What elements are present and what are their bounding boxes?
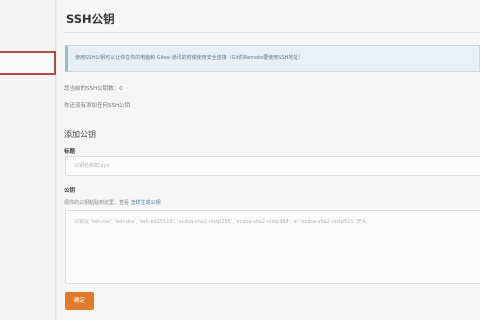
ssh-key-count: 您当前的SSH公钥数：0 [64, 86, 123, 92]
key-help-description: 把你的公钥粘贴到这里，查看 [64, 200, 130, 206]
key-title-input[interactable]: 公钥名称如:xyz [65, 156, 480, 176]
sidebar-item-ssh-keys[interactable] [0, 51, 56, 75]
info-notice: 使用SSH公钥可以让你在你的电脑和 Gitee 通讯的时候使用安全连接（Git的… [65, 45, 480, 72]
add-key-heading: 添加公钥 [64, 130, 96, 139]
submit-button[interactable]: 确定 [65, 292, 94, 310]
page-title: SSH公钥 [66, 12, 115, 26]
ssh-keys-page: SSH公钥 使用SSH公钥可以让你在你的电脑和 Gitee 通讯的时候使用安全连… [0, 0, 480, 320]
title-divider [63, 32, 480, 33]
empty-keys-message: 你还没有添加任何SSH公钥 [64, 103, 131, 109]
settings-sidebar [0, 0, 56, 320]
title-label: 标题 [64, 149, 76, 155]
how-to-generate-key-link[interactable]: 怎样生成公钥 [131, 200, 161, 206]
key-help-text: 把你的公钥粘贴到这里，查看 怎样生成公钥 [64, 199, 161, 206]
public-key-textarea[interactable]: 公钥以 'ssh-rsa', 'ssh-dss', 'ssh-ed25519',… [65, 210, 480, 284]
main-content: SSH公钥 使用SSH公钥可以让你在你的电脑和 Gitee 通讯的时候使用安全连… [57, 0, 480, 320]
key-label: 公钥 [64, 188, 76, 194]
